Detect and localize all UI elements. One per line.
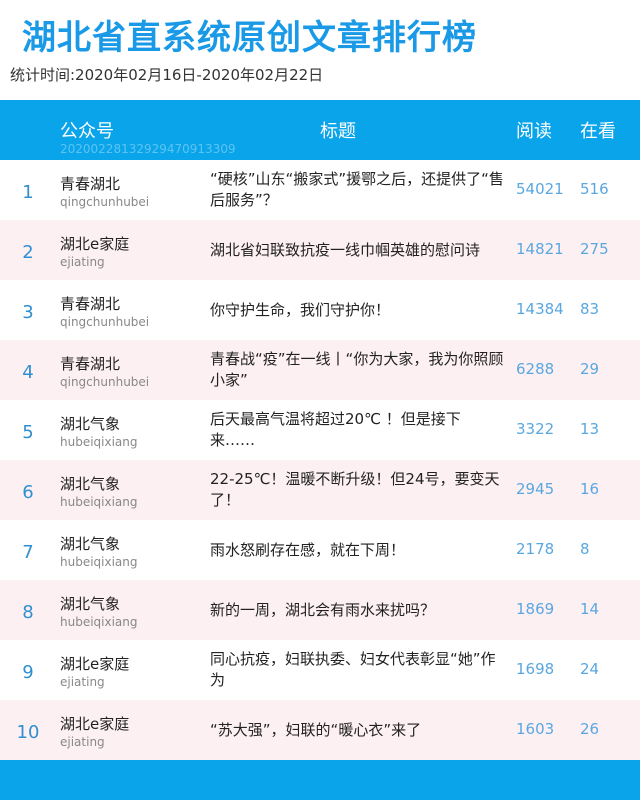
article-title[interactable]: “硬核”山东“搬家式”援鄂之后，还提供了“售后服务”？ bbox=[210, 169, 504, 211]
read-count: 54021 bbox=[516, 180, 564, 198]
account-id: qingchunhubei bbox=[60, 375, 150, 389]
table-row[interactable]: 4 青春湖北 qingchunhubei 青春战“疫”在一线丨“你为大家，我为你… bbox=[0, 340, 640, 400]
account-id: qingchunhubei bbox=[60, 195, 150, 209]
read-count: 14384 bbox=[516, 300, 564, 318]
article-title[interactable]: 雨水怒刷存在感，就在下周！ bbox=[210, 540, 504, 561]
rank-number: 10 bbox=[16, 722, 40, 743]
read-count: 2945 bbox=[516, 480, 555, 498]
like-count: 29 bbox=[580, 360, 600, 378]
account-name: 青春湖北 bbox=[60, 175, 121, 193]
read-count: 2178 bbox=[516, 540, 555, 558]
read-count: 3322 bbox=[516, 420, 555, 438]
article-title[interactable]: “苏大强”，妇联的“暖心衣”来了 bbox=[210, 720, 504, 741]
table-row[interactable]: 7 湖北气象 hubeiqixiang 雨水怒刷存在感，就在下周！ 2178 8 bbox=[0, 520, 640, 580]
like-count: 275 bbox=[580, 240, 609, 258]
account-name: 湖北气象 bbox=[60, 475, 121, 493]
read-count: 14821 bbox=[516, 240, 564, 258]
account-name: 湖北气象 bbox=[60, 535, 121, 553]
article-title[interactable]: 湖北省妇联致抗疫一线巾帼英雄的慰问诗 bbox=[210, 240, 504, 261]
table-row[interactable]: 3 青春湖北 qingchunhubei 你守护生命，我们守护你！ 14384 … bbox=[0, 280, 640, 340]
account-name: 湖北e家庭 bbox=[60, 235, 130, 253]
table-row[interactable]: 6 湖北气象 hubeiqixiang 22-25℃！温暖不断升级！但24号，要… bbox=[0, 460, 640, 520]
rank-number: 9 bbox=[22, 662, 34, 683]
header-title: 标题 bbox=[320, 121, 356, 142]
account-id: qingchunhubei bbox=[60, 315, 150, 329]
account-name: 青春湖北 bbox=[60, 355, 121, 373]
rank-number: 3 bbox=[22, 302, 34, 323]
account-name: 湖北e家庭 bbox=[60, 655, 130, 673]
rank-number: 4 bbox=[22, 362, 34, 383]
rank-number: 6 bbox=[22, 482, 34, 503]
like-count: 24 bbox=[580, 660, 600, 678]
article-title[interactable]: 新的一周，湖北会有雨水来扰吗？ bbox=[210, 600, 504, 621]
header-account: 公众号 bbox=[60, 121, 114, 142]
like-count: 14 bbox=[580, 600, 600, 618]
read-count: 1869 bbox=[516, 600, 555, 618]
footer-bar bbox=[0, 760, 640, 800]
account-name: 青春湖北 bbox=[60, 295, 121, 313]
account-id: hubeiqixiang bbox=[60, 555, 138, 569]
article-title[interactable]: 你守护生命，我们守护你！ bbox=[210, 300, 504, 321]
rank-number: 7 bbox=[22, 542, 34, 563]
account-id: ejiating bbox=[60, 255, 105, 269]
header-reads: 阅读 bbox=[516, 121, 552, 142]
table-row[interactable]: 10 湖北e家庭 ejiating “苏大强”，妇联的“暖心衣”来了 1603 … bbox=[0, 700, 640, 760]
article-title[interactable]: 青春战“疫”在一线丨“你为大家，我为你照顾小家” bbox=[210, 349, 504, 391]
rank-number: 2 bbox=[22, 242, 34, 263]
like-count: 16 bbox=[580, 480, 600, 498]
like-count: 13 bbox=[580, 420, 600, 438]
article-title[interactable]: 同心抗疫，妇联执委、妇女代表彰显“她”作为 bbox=[210, 649, 504, 691]
read-count: 1603 bbox=[516, 720, 555, 738]
ranking-list: 1 青春湖北 qingchunhubei “硬核”山东“搬家式”援鄂之后，还提供… bbox=[0, 160, 640, 760]
account-id: hubeiqixiang bbox=[60, 435, 138, 449]
like-count: 516 bbox=[580, 180, 609, 198]
article-title[interactable]: 后天最高气温将超过20℃ ！但是接下来…… bbox=[210, 409, 504, 451]
rank-number: 8 bbox=[22, 602, 34, 623]
like-count: 83 bbox=[580, 300, 600, 318]
table-row[interactable]: 9 湖北e家庭 ejiating 同心抗疫，妇联执委、妇女代表彰显“她”作为 1… bbox=[0, 640, 640, 700]
table-row[interactable]: 2 湖北e家庭 ejiating 湖北省妇联致抗疫一线巾帼英雄的慰问诗 1482… bbox=[0, 220, 640, 280]
page-title: 湖北省直系统原创文章排行榜 bbox=[22, 18, 477, 58]
account-id: hubeiqixiang bbox=[60, 615, 138, 629]
account-id: ejiating bbox=[60, 675, 105, 689]
like-count: 8 bbox=[580, 540, 590, 558]
table-row[interactable]: 1 青春湖北 qingchunhubei “硬核”山东“搬家式”援鄂之后，还提供… bbox=[0, 160, 640, 220]
table-header: 公众号 标题 阅读 在看 20200228132929470913309 bbox=[0, 100, 640, 160]
header-likes: 在看 bbox=[580, 121, 616, 142]
statistics-period: 统计时间:2020年02月16日-2020年02月22日 bbox=[10, 66, 324, 84]
article-title[interactable]: 22-25℃！温暖不断升级！但24号，要变天了！ bbox=[210, 469, 504, 511]
like-count: 26 bbox=[580, 720, 600, 738]
rank-number: 5 bbox=[22, 422, 34, 443]
report-code: 20200228132929470913309 bbox=[60, 142, 236, 156]
rank-number: 1 bbox=[22, 182, 34, 203]
account-id: hubeiqixiang bbox=[60, 495, 138, 509]
read-count: 6288 bbox=[516, 360, 555, 378]
table-row[interactable]: 5 湖北气象 hubeiqixiang 后天最高气温将超过20℃ ！但是接下来…… bbox=[0, 400, 640, 460]
account-name: 湖北气象 bbox=[60, 415, 121, 433]
account-name: 湖北e家庭 bbox=[60, 715, 130, 733]
table-row[interactable]: 8 湖北气象 hubeiqixiang 新的一周，湖北会有雨水来扰吗？ 1869… bbox=[0, 580, 640, 640]
account-name: 湖北气象 bbox=[60, 595, 121, 613]
account-id: ejiating bbox=[60, 735, 105, 749]
read-count: 1698 bbox=[516, 660, 555, 678]
